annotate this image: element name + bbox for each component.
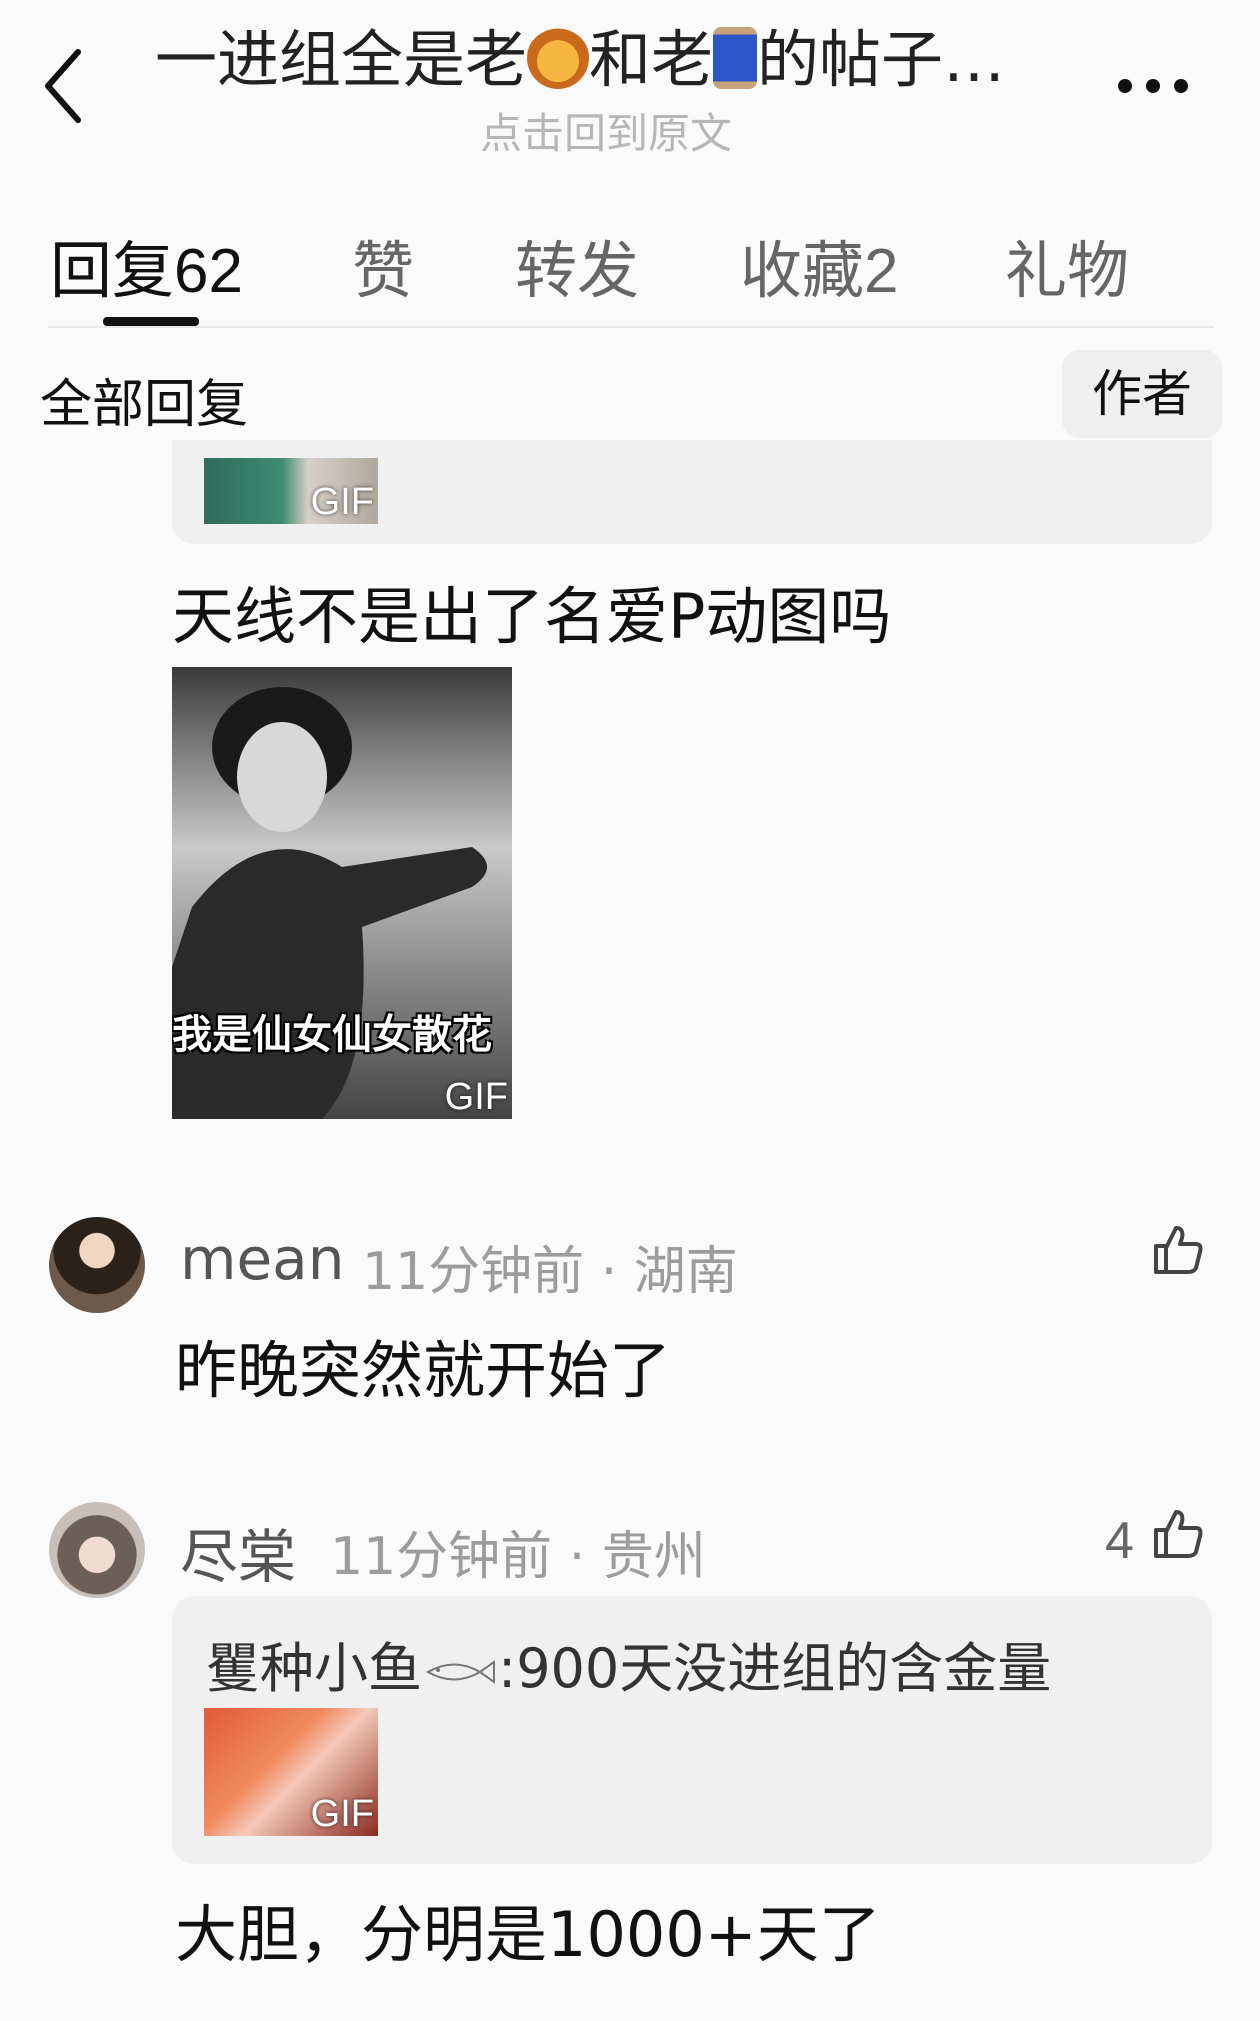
tab-favorites[interactable]: 收藏2 [740, 220, 899, 310]
meta-separator: · [568, 1527, 586, 1587]
fish-icon [425, 1660, 495, 1685]
quoted-username[interactable]: 矍种小鱼 [206, 1637, 422, 1700]
all-replies-label: 全部回复 [40, 375, 249, 435]
thumbs-up-icon [1154, 1510, 1203, 1558]
comment-username[interactable]: 尽棠 [180, 1510, 296, 1594]
gif-badge: GIF [310, 1793, 374, 1835]
comment-location: 贵州 [601, 1527, 706, 1587]
post-title[interactable]: 一进组全是老 和老 的帖子… [155, 18, 1075, 102]
tab-gifts[interactable]: 礼物 [1005, 220, 1129, 310]
tab-label: 礼物 [1005, 234, 1130, 307]
quote-separator: : [498, 1637, 517, 1700]
avatar[interactable] [49, 1502, 145, 1598]
tab-label: 转发 [515, 234, 640, 307]
tab-count: 2 [864, 237, 899, 306]
title-text-3: 的帖子… [757, 23, 1006, 96]
comment-username[interactable]: mean [180, 1225, 344, 1293]
gif-caption: 我是仙女仙女散花 [172, 1012, 492, 1058]
more-options-button[interactable] [1118, 78, 1218, 98]
tab-reposts[interactable]: 转发 [515, 220, 639, 310]
tab-label: 赞 [352, 234, 415, 307]
tab-divider [48, 326, 1214, 328]
gif-badge: GIF [310, 481, 374, 523]
tab-count: 62 [174, 237, 243, 306]
comment-time: 11分钟前 [362, 1242, 585, 1302]
quoted-text: 900天没进组的含金量 [516, 1637, 1052, 1700]
tab-label: 回复 [50, 234, 175, 307]
tab-replies[interactable]: 回复62 [50, 220, 243, 310]
quoted-gif-thumbnail[interactable]: GIF [204, 1708, 378, 1836]
quoted-reply-line: 矍种小鱼:900天没进组的含金量 [206, 1624, 1051, 1703]
back-to-original-link[interactable]: 点击回到原文 [480, 100, 732, 161]
like-button[interactable] [1152, 1224, 1204, 1276]
meta-separator: · [600, 1242, 618, 1302]
comment-text: 昨晚突然就开始了 [175, 1334, 672, 1407]
more-horizontal-icon [1118, 79, 1132, 93]
thumbs-up-icon [1154, 1226, 1203, 1274]
comment-meta: 11分钟前 · 湖南 [362, 1229, 738, 1304]
quoted-gif-thumbnail[interactable]: GIF [204, 458, 378, 524]
tab-label: 收藏 [740, 234, 865, 307]
quoted-reply-card[interactable]: GIF [172, 440, 1212, 544]
tab-likes[interactable]: 赞 [352, 220, 414, 310]
more-dot [1174, 79, 1188, 93]
comment-location: 湖南 [633, 1242, 738, 1302]
comment-text: 大胆，分明是1000+天了 [175, 1898, 881, 1971]
avatar[interactable] [49, 1217, 145, 1313]
lion-emoji-icon [527, 27, 590, 89]
active-tab-indicator [103, 317, 199, 326]
like-count: 4 [1105, 1512, 1134, 1570]
chevron-left-icon [45, 49, 81, 123]
title-text-1: 一进组全是老 [155, 23, 528, 96]
thread-spool-emoji-icon [713, 27, 758, 89]
gif-badge: GIF [444, 1076, 508, 1118]
back-button[interactable] [40, 46, 90, 126]
author-filter-button[interactable]: 作者 [1062, 350, 1222, 438]
title-text-2: 和老 [589, 23, 714, 96]
reply-text: 天线不是出了名爱P动图吗 [172, 580, 892, 653]
reply-gif-image[interactable]: 我是仙女仙女散花 GIF [172, 667, 512, 1119]
more-dot [1146, 79, 1160, 93]
comment-time: 11分钟前 [330, 1527, 553, 1587]
quoted-reply-card[interactable]: 矍种小鱼:900天没进组的含金量 GIF [172, 1596, 1212, 1864]
comment-meta: 11分钟前 · 贵州 [330, 1514, 706, 1589]
like-button[interactable] [1152, 1508, 1204, 1560]
